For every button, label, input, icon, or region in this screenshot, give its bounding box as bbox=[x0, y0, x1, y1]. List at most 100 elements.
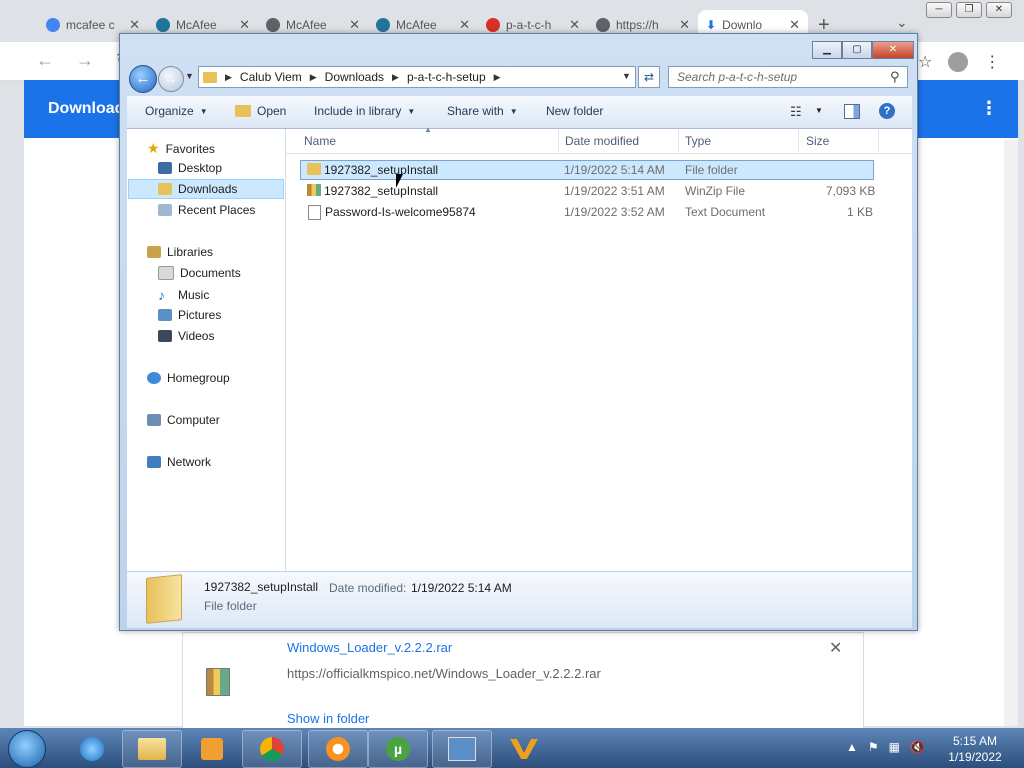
organize-button[interactable]: Organize ▼ bbox=[145, 104, 208, 118]
column-divider[interactable] bbox=[558, 130, 559, 152]
column-divider[interactable] bbox=[878, 130, 879, 152]
column-header-date[interactable]: Date modified bbox=[565, 134, 639, 148]
nav-homegroup[interactable]: Homegroup bbox=[147, 371, 230, 385]
history-dropdown-icon[interactable]: ▼ bbox=[185, 71, 194, 81]
help-icon[interactable]: ? bbox=[879, 103, 895, 119]
explorer-minimize-button[interactable]: ▁ bbox=[812, 41, 842, 59]
column-header-type[interactable]: Type bbox=[685, 134, 711, 148]
network-status-icon[interactable]: ▦ bbox=[889, 740, 900, 754]
taskbar-control[interactable] bbox=[432, 730, 492, 768]
column-divider[interactable] bbox=[678, 130, 679, 152]
star-icon: ★ bbox=[147, 140, 160, 156]
browser-menu-icon[interactable]: ⋮ bbox=[984, 52, 1000, 72]
close-tab-icon[interactable]: ✕ bbox=[789, 17, 800, 33]
taskbar-clock[interactable]: 5:15 AM 1/19/2022 bbox=[940, 733, 1010, 765]
close-tab-icon[interactable]: ✕ bbox=[679, 17, 690, 33]
file-date: 1/19/2022 3:51 AM bbox=[564, 184, 665, 198]
profile-avatar-icon[interactable] bbox=[948, 52, 969, 72]
forward-arrow-icon[interactable]: → bbox=[158, 66, 184, 92]
nav-network[interactable]: Network bbox=[147, 455, 211, 469]
open-button[interactable]: Open bbox=[235, 104, 286, 118]
download-filename-link[interactable]: Windows_Loader_v.2.2.2.rar bbox=[287, 640, 452, 655]
taskbar-avast[interactable] bbox=[308, 730, 368, 768]
search-input[interactable]: Search p-a-t-c-h-setup bbox=[668, 66, 908, 88]
taskbar-wps[interactable] bbox=[494, 730, 554, 768]
share-with-button[interactable]: Share with ▼ bbox=[447, 104, 518, 118]
close-tab-icon[interactable]: ✕ bbox=[569, 17, 580, 33]
nav-favorites[interactable]: ★ Favorites bbox=[147, 140, 215, 157]
nav-documents[interactable]: Documents bbox=[158, 266, 241, 280]
tab-search-chevron-icon[interactable]: ⌄ bbox=[896, 14, 908, 31]
nav-computer[interactable]: Computer bbox=[147, 413, 220, 427]
open-folder-icon bbox=[235, 105, 251, 117]
start-button[interactable] bbox=[8, 730, 46, 768]
forward-arrow-icon[interactable]: → bbox=[76, 50, 94, 71]
action-center-flag-icon[interactable]: ⚑ bbox=[868, 740, 879, 754]
page-menu-icon[interactable]: ⋮ bbox=[980, 98, 998, 119]
column-divider[interactable] bbox=[798, 130, 799, 152]
breadcrumb-arrow-icon[interactable]: ▶ bbox=[392, 72, 399, 83]
chevron-down-icon: ▼ bbox=[509, 106, 518, 116]
taskbar-media[interactable] bbox=[182, 730, 242, 768]
media-player-icon bbox=[201, 738, 223, 760]
preview-pane-icon[interactable] bbox=[844, 104, 860, 119]
breadcrumb-arrow-icon[interactable]: ▶ bbox=[310, 72, 317, 83]
breadcrumb-arrow-icon[interactable]: ▶ bbox=[225, 72, 232, 83]
nav-videos[interactable]: Videos bbox=[158, 329, 214, 343]
nav-pictures[interactable]: Pictures bbox=[158, 308, 221, 322]
explorer-maximize-button[interactable]: ▢ bbox=[842, 41, 872, 59]
close-tab-icon[interactable]: ✕ bbox=[349, 17, 360, 33]
show-hidden-icons-icon[interactable]: ▲ bbox=[846, 740, 858, 754]
address-bar[interactable]: ▶ Calub Viem ▶ Downloads ▶ p-a-t-c-h-set… bbox=[198, 66, 636, 88]
close-tab-icon[interactable]: ✕ bbox=[239, 17, 250, 33]
taskbar-ie[interactable] bbox=[62, 730, 122, 768]
nav-desktop[interactable]: Desktop bbox=[158, 161, 222, 175]
back-arrow-icon[interactable]: ← bbox=[129, 65, 157, 93]
explorer-close-button[interactable]: ✕ bbox=[872, 41, 914, 59]
nav-downloads[interactable]: Downloads bbox=[158, 182, 237, 196]
view-options-icon[interactable]: ☷ bbox=[790, 104, 802, 120]
breadcrumb-current[interactable]: p-a-t-c-h-setup bbox=[407, 70, 486, 84]
address-dropdown-icon[interactable]: ▼ bbox=[622, 71, 631, 81]
breadcrumb-user[interactable]: Calub Viem bbox=[240, 70, 302, 84]
include-in-library-button[interactable]: Include in library ▼ bbox=[314, 104, 415, 118]
taskbar-utorrent[interactable]: µ bbox=[368, 730, 428, 768]
search-icon[interactable]: ⚲ bbox=[890, 69, 900, 85]
close-button[interactable]: ✕ bbox=[986, 2, 1012, 18]
bookmark-star-icon[interactable]: ☆ bbox=[918, 52, 932, 72]
show-in-folder-link[interactable]: Show in folder bbox=[287, 711, 369, 726]
breadcrumb-arrow-icon[interactable]: ▶ bbox=[494, 72, 501, 83]
new-folder-button[interactable]: New folder bbox=[546, 104, 603, 118]
file-type: File folder bbox=[685, 163, 738, 177]
minimize-button[interactable]: ─ bbox=[926, 2, 952, 18]
nav-recent-places[interactable]: Recent Places bbox=[158, 203, 255, 217]
file-size: 7,093 KB bbox=[826, 184, 876, 198]
nav-music[interactable]: ♪ Music bbox=[158, 287, 209, 303]
taskbar-explorer[interactable] bbox=[122, 730, 182, 768]
mouse-cursor-icon bbox=[396, 174, 403, 188]
file-name[interactable]: 1927382_setupInstall bbox=[324, 163, 438, 177]
file-name[interactable]: Password-Is-welcome95874 bbox=[325, 205, 476, 219]
pictures-icon bbox=[158, 309, 172, 321]
taskbar-chrome[interactable] bbox=[242, 730, 302, 768]
details-modified-value: 1/19/2022 5:14 AM bbox=[411, 581, 512, 595]
file-type: WinZip File bbox=[685, 184, 746, 198]
internet-explorer-icon bbox=[80, 737, 104, 761]
nav-libraries[interactable]: Libraries bbox=[147, 245, 213, 259]
column-header-size[interactable]: Size bbox=[806, 134, 829, 148]
volume-muted-icon[interactable]: 🔇 bbox=[910, 740, 925, 754]
close-tab-icon[interactable]: ✕ bbox=[129, 17, 140, 33]
column-header-name[interactable]: Name bbox=[304, 134, 336, 148]
remove-download-icon[interactable]: ✕ bbox=[829, 638, 842, 658]
page-scrollbar[interactable] bbox=[1004, 140, 1018, 726]
maximize-button[interactable]: ❐ bbox=[956, 2, 982, 18]
file-date: 1/19/2022 3:52 AM bbox=[564, 205, 665, 219]
clock-time: 5:15 AM bbox=[952, 734, 998, 748]
refresh-icon[interactable]: ⇄ bbox=[638, 66, 660, 88]
back-arrow-icon[interactable]: ← bbox=[36, 50, 54, 71]
file-name[interactable]: 1927382_setupInstall bbox=[324, 184, 438, 198]
wordpress-icon bbox=[156, 18, 170, 32]
close-tab-icon[interactable]: ✕ bbox=[459, 17, 470, 33]
chevron-down-icon[interactable]: ▼ bbox=[815, 106, 823, 115]
breadcrumb-downloads[interactable]: Downloads bbox=[325, 70, 384, 84]
